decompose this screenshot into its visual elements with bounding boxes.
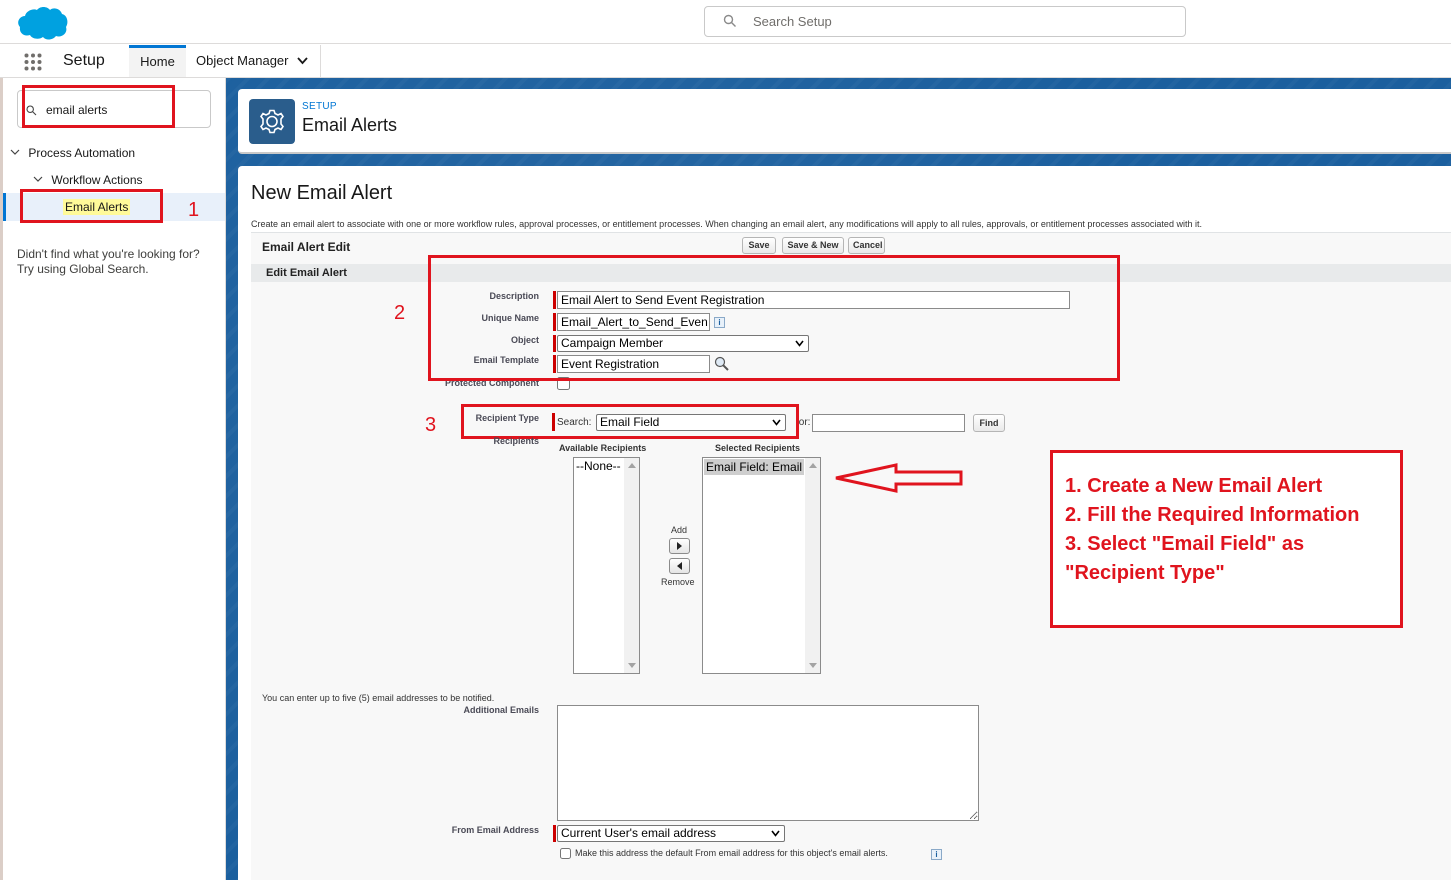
- page-title: New Email Alert: [251, 182, 393, 204]
- find-button[interactable]: Find: [973, 414, 1005, 432]
- app-launcher-icon[interactable]: [24, 53, 42, 71]
- annotation-note-line: "Recipient Type": [1065, 562, 1225, 584]
- annotation-box-recipient-type: [461, 404, 799, 439]
- remove-arrow-button[interactable]: [669, 558, 690, 574]
- annotation-arrow-icon: [835, 463, 963, 493]
- annotation-box-email-alerts: [20, 189, 163, 223]
- section-title: Edit Email Alert: [266, 267, 347, 279]
- tab-object-manager[interactable]: Object Manager: [186, 45, 321, 77]
- available-recipients-list[interactable]: --None--: [573, 457, 640, 674]
- info-icon[interactable]: i: [931, 849, 942, 860]
- sidebar-help-text: Didn't find what you're looking for? Try…: [17, 247, 217, 277]
- salesforce-logo-icon[interactable]: [16, 5, 68, 41]
- page-header-title: Email Alerts: [302, 115, 398, 135]
- available-recipients-header: Available Recipients: [559, 443, 647, 453]
- list-item[interactable]: Email Field: Email: [704, 459, 804, 475]
- default-from-checkbox[interactable]: [560, 848, 571, 859]
- annotation-box-quick-find: [22, 85, 175, 128]
- global-search-box[interactable]: [704, 6, 1186, 37]
- tab-home[interactable]: Home: [129, 45, 186, 77]
- intro-text: Create an email alert to associate with …: [251, 219, 1441, 233]
- selected-recipients-list[interactable]: Email Field: Email: [702, 457, 821, 674]
- tree-item-process-automation[interactable]: Process Automation: [10, 146, 135, 160]
- default-from-label: Make this address the default From email…: [575, 848, 888, 858]
- annotation-note-line: 2. Fill the Required Information: [1065, 504, 1360, 526]
- recipient-search-input[interactable]: [812, 414, 965, 432]
- remove-label: Remove: [661, 577, 695, 587]
- additional-emails-note: You can enter up to five (5) email addre…: [262, 693, 495, 703]
- tree-item-label: Workflow Actions: [51, 173, 143, 187]
- help-line: Didn't find what you're looking for?: [17, 247, 200, 261]
- scrollbar[interactable]: [624, 458, 639, 673]
- arrow-left-icon: [677, 562, 682, 570]
- setup-gear-icon: [249, 99, 295, 144]
- selected-recipients-header: Selected Recipients: [715, 443, 801, 453]
- help-line: Try using Global Search.: [17, 262, 149, 276]
- page-header-card: [238, 89, 1451, 154]
- annotation-note-line: 3. Select "Email Field" as: [1065, 533, 1305, 555]
- annotation-box-required-info: [428, 255, 1120, 381]
- recipients-label: Recipients: [493, 436, 539, 446]
- save-button[interactable]: Save: [742, 237, 776, 254]
- scrollbar[interactable]: [805, 458, 820, 673]
- cancel-button[interactable]: Cancel: [848, 237, 885, 254]
- add-label: Add: [671, 525, 688, 535]
- chevron-down-icon: [771, 830, 780, 837]
- from-email-select[interactable]: Current User's email address: [557, 825, 785, 842]
- additional-emails-label: Additional Emails: [463, 705, 539, 715]
- app-name: Setup: [63, 52, 105, 69]
- annotation-number-2: 2: [394, 302, 406, 324]
- annotation-number-3: 3: [425, 414, 437, 436]
- arrow-right-icon: [677, 542, 682, 550]
- tab-object-manager-label: Object Manager: [196, 53, 289, 68]
- search-icon: [723, 14, 736, 27]
- chevron-down-icon[interactable]: [297, 57, 308, 65]
- tree-item-label: Process Automation: [28, 146, 136, 160]
- save-and-new-button[interactable]: Save & New: [782, 237, 844, 254]
- global-search-input[interactable]: [751, 11, 1171, 32]
- from-email-value: Current User's email address: [561, 826, 717, 840]
- tree-item-workflow-actions[interactable]: Workflow Actions: [33, 173, 143, 187]
- annotation-number-1: 1: [188, 199, 200, 221]
- from-email-label: From Email Address: [451, 825, 539, 835]
- chevron-down-icon: [33, 176, 43, 182]
- annotation-note-line: 1. Create a New Email Alert: [1065, 475, 1323, 497]
- add-arrow-button[interactable]: [669, 538, 690, 554]
- page-eyebrow: SETUP: [302, 101, 337, 112]
- chevron-down-icon: [10, 149, 20, 155]
- annotation-notes: 1. Create a New Email Alert 2. Fill the …: [1065, 472, 1359, 588]
- required-indicator: [553, 825, 556, 842]
- additional-emails-textarea[interactable]: [557, 705, 979, 821]
- page-block-title: Email Alert Edit: [262, 240, 351, 254]
